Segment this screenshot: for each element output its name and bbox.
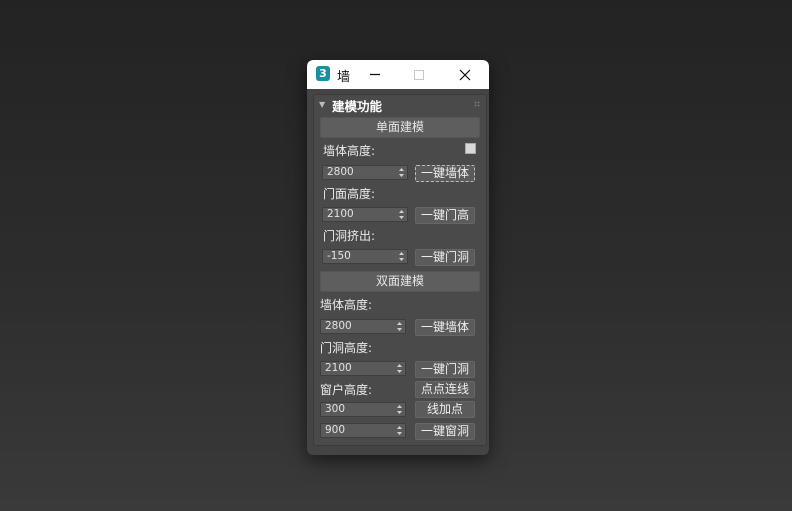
double-one-click-door-opening-button[interactable]: 一键门洞 xyxy=(415,361,475,378)
connect-points-button[interactable]: 点点连线 xyxy=(415,381,475,398)
maximize-button[interactable] xyxy=(397,60,441,89)
close-icon xyxy=(459,69,471,81)
door-extrude-label: 门洞挤出: xyxy=(323,229,376,243)
spinner-arrows-icon[interactable] xyxy=(399,251,404,262)
drag-grip-icon[interactable] xyxy=(474,101,480,107)
window-height-spinner[interactable]: 900 xyxy=(320,423,406,438)
double-wall-height-spinner[interactable]: 2800 xyxy=(320,319,406,334)
door-opening-height-label: 门洞高度: xyxy=(320,341,373,355)
window-title: 墙 xyxy=(337,70,351,85)
wall-tool-window: 3 墙 ▼ 建模功能 单面建模 墙体高度: 2800 一键墙体 门面高度: 21… xyxy=(307,60,489,455)
minimize-icon xyxy=(370,73,380,76)
spinner-arrows-icon[interactable] xyxy=(397,404,402,415)
single-wall-height-spinner[interactable]: 2800 xyxy=(322,165,408,180)
single-one-click-wall-button[interactable]: 一键墙体 xyxy=(415,165,475,182)
door-extrude-spinner[interactable]: -150 xyxy=(322,249,408,264)
spinner-arrows-icon[interactable] xyxy=(397,363,402,374)
modeling-rollout: ▼ 建模功能 单面建模 墙体高度: 2800 一键墙体 门面高度: 2100 一… xyxy=(313,94,487,446)
spinner-value[interactable]: 2800 xyxy=(325,319,352,334)
spinner-value[interactable]: 2800 xyxy=(327,165,354,180)
window-sill-spinner[interactable]: 300 xyxy=(320,402,406,417)
door-face-height-label: 门面高度: xyxy=(323,187,376,201)
maximize-icon xyxy=(414,70,424,80)
spinner-arrows-icon[interactable] xyxy=(399,167,404,178)
spinner-arrows-icon[interactable] xyxy=(397,321,402,332)
one-click-window-opening-button[interactable]: 一键窗洞 xyxy=(415,423,475,440)
double-wall-height-label: 墙体高度: xyxy=(320,298,373,312)
spinner-value[interactable]: 2100 xyxy=(327,207,354,222)
door-face-height-spinner[interactable]: 2100 xyxy=(322,207,408,222)
spinner-value[interactable]: 300 xyxy=(325,402,345,417)
spinner-arrows-icon[interactable] xyxy=(397,425,402,436)
spinner-arrows-icon[interactable] xyxy=(399,209,404,220)
single-wall-height-label: 墙体高度: xyxy=(323,144,376,158)
wall-height-checkbox[interactable] xyxy=(465,143,476,154)
add-point-to-line-button[interactable]: 线加点 xyxy=(415,401,475,418)
one-click-door-height-button[interactable]: 一键门高 xyxy=(415,207,475,224)
window-height-label: 窗户高度: xyxy=(320,383,373,397)
minimize-button[interactable] xyxy=(353,60,397,89)
single-one-click-door-opening-button[interactable]: 一键门洞 xyxy=(415,249,475,266)
close-button[interactable] xyxy=(443,60,487,89)
spinner-value[interactable]: 2100 xyxy=(325,361,352,376)
title-bar[interactable]: 3 墙 xyxy=(307,60,489,89)
double-sided-modeling-button[interactable]: 双面建模 xyxy=(320,271,480,292)
door-opening-height-spinner[interactable]: 2100 xyxy=(320,361,406,376)
collapse-arrow-icon[interactable]: ▼ xyxy=(319,100,325,109)
app-3dsmax-icon: 3 xyxy=(316,66,330,81)
single-sided-modeling-button[interactable]: 单面建模 xyxy=(320,117,480,138)
double-one-click-wall-button[interactable]: 一键墙体 xyxy=(415,319,475,336)
rollout-title[interactable]: 建模功能 xyxy=(332,96,382,115)
spinner-value[interactable]: -150 xyxy=(327,249,351,264)
spinner-value[interactable]: 900 xyxy=(325,423,345,438)
